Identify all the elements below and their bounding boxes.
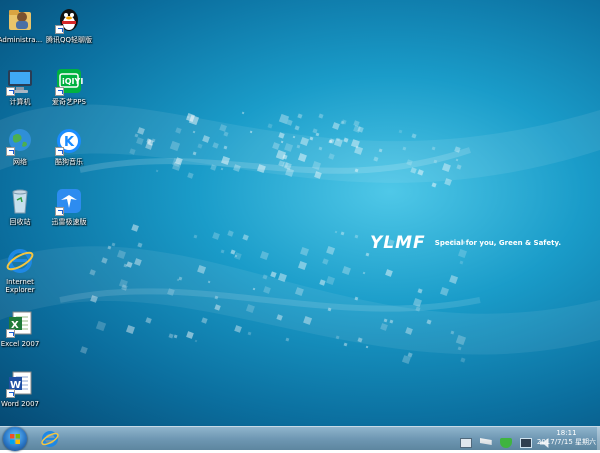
wallpaper-particle bbox=[407, 352, 413, 358]
icon-label: Word 2007 bbox=[0, 400, 40, 408]
taskbar: 18:11 2017/7/15 星期六 bbox=[0, 426, 600, 451]
xunlei-bird-icon bbox=[54, 186, 84, 216]
desktop-icon-xunlei[interactable]: 迅雷极速版 bbox=[41, 186, 97, 226]
wallpaper-particle bbox=[354, 168, 359, 173]
logo-tagline: Special for you, Green & Safety. bbox=[434, 238, 562, 247]
svg-text:K: K bbox=[64, 135, 75, 150]
shortcut-arrow-icon bbox=[55, 207, 64, 216]
computer-icon bbox=[5, 66, 35, 96]
icon-label: 爱奇艺PPS bbox=[52, 98, 86, 106]
icon-label: Excel 2007 bbox=[0, 340, 40, 348]
wallpaper-particle bbox=[280, 140, 284, 144]
desktop-icon-qq[interactable]: 腾讯QQ轻聊版 bbox=[41, 4, 97, 44]
shortcut-arrow-icon bbox=[55, 25, 64, 34]
icon-label: 腾讯QQ轻聊版 bbox=[45, 36, 93, 44]
security-shield-icon[interactable] bbox=[499, 438, 512, 448]
wallpaper-particle bbox=[292, 135, 295, 139]
flag-icon[interactable] bbox=[479, 438, 492, 445]
recycle-bin-icon bbox=[5, 186, 35, 216]
svg-text:iQIYI: iQIYI bbox=[62, 77, 83, 86]
clock-time: 18:11 bbox=[556, 429, 577, 437]
word-icon: W bbox=[5, 368, 35, 398]
start-button[interactable] bbox=[3, 427, 27, 451]
wallpaper-particle bbox=[296, 144, 300, 148]
wallpaper-particle bbox=[211, 141, 219, 149]
shortcut-arrow-icon bbox=[6, 329, 15, 338]
wallpaper-particle bbox=[450, 330, 454, 334]
network-icon[interactable] bbox=[519, 438, 532, 448]
icon-label: 迅雷极速版 bbox=[51, 218, 87, 226]
wallpaper-logo: YLMF Special for you, Green & Safety. bbox=[370, 232, 561, 253]
shortcut-arrow-icon bbox=[55, 87, 64, 96]
shortcut-arrow-icon bbox=[6, 147, 15, 156]
desktop: YLMF Special for you, Green & Safety. Ad… bbox=[0, 0, 600, 426]
wallpaper-particle bbox=[213, 303, 221, 311]
desktop-icon-kugou[interactable]: K 酷狗音乐 bbox=[41, 126, 97, 166]
desktop-icon-excel-2007[interactable]: X Excel 2007 bbox=[0, 308, 48, 348]
windows-logo-icon bbox=[10, 434, 20, 444]
internet-explorer-icon bbox=[5, 246, 35, 276]
clock-date: 2017/7/15 星期六 bbox=[536, 438, 596, 446]
excel-icon: X bbox=[5, 308, 35, 338]
taskbar-internet-explorer[interactable] bbox=[40, 429, 60, 449]
qq-penguin-icon bbox=[54, 4, 84, 34]
desktop-icon-internet-explorer[interactable]: Internet Explorer bbox=[0, 246, 48, 294]
wallpaper-particle bbox=[211, 231, 220, 240]
logo-brand: YLMF bbox=[370, 232, 426, 253]
wallpaper-particle bbox=[430, 182, 437, 188]
wallpaper-particle bbox=[354, 234, 358, 238]
wallpaper-particle bbox=[194, 339, 198, 343]
shortcut-arrow-icon bbox=[6, 389, 15, 398]
internet-explorer-icon bbox=[41, 431, 59, 447]
wallpaper-particle bbox=[252, 287, 256, 291]
icon-label: 酷狗音乐 bbox=[55, 158, 83, 166]
wallpaper-particle bbox=[176, 278, 180, 282]
shortcut-arrow-icon bbox=[6, 87, 15, 96]
kugou-music-icon: K bbox=[54, 126, 84, 156]
wallpaper-particle bbox=[173, 334, 178, 339]
clock[interactable]: 18:11 2017/7/15 星期六 bbox=[537, 429, 596, 447]
wallpaper-particle bbox=[214, 295, 218, 299]
keyboard-icon[interactable] bbox=[459, 438, 472, 448]
shortcut-arrow-icon bbox=[55, 147, 64, 156]
desktop-icon-iqiyi-pps[interactable]: iQIYI 爱奇艺PPS bbox=[41, 66, 97, 106]
user-folder-icon bbox=[5, 4, 35, 34]
wallpaper-particle bbox=[247, 331, 251, 336]
icon-label: Internet Explorer bbox=[5, 278, 35, 294]
wallpaper-particle bbox=[267, 122, 273, 129]
iqiyi-icon: iQIYI bbox=[54, 66, 84, 96]
network-globe-icon bbox=[5, 126, 35, 156]
desktop-icon-word-2007[interactable]: W Word 2007 bbox=[0, 368, 48, 408]
